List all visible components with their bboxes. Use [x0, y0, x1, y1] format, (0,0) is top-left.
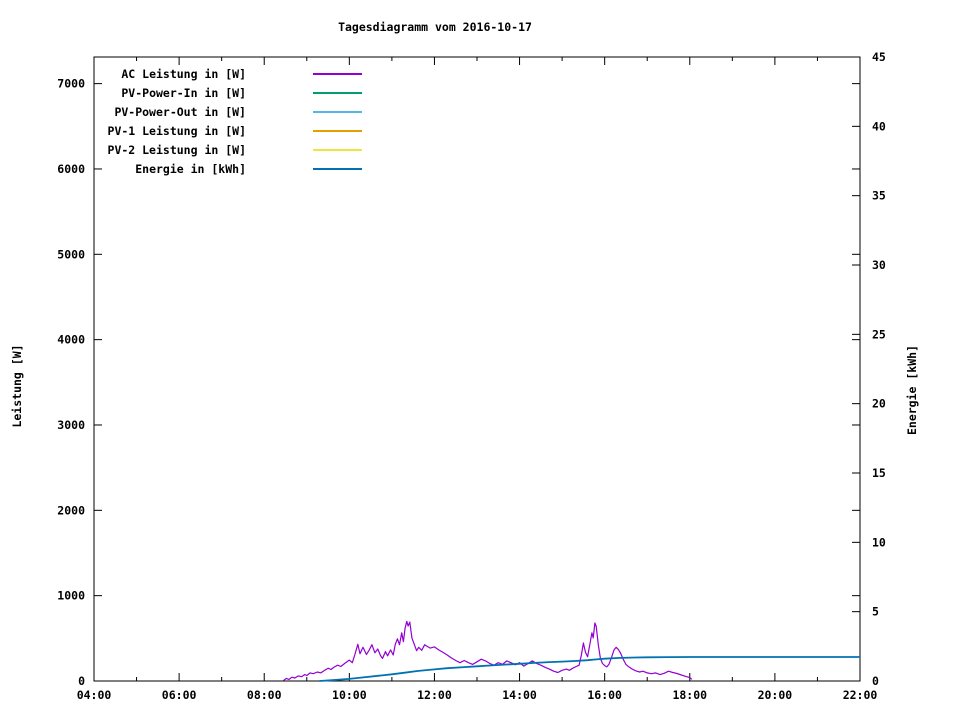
- x-tick-label: 08:00: [247, 688, 282, 702]
- x-tick-label: 14:00: [502, 688, 537, 702]
- chart-title: Tagesdiagramm vom 2016-10-17: [338, 20, 532, 34]
- legend-label: PV-1 Leistung in [W]: [107, 123, 246, 138]
- y1-axis-title: Leistung [W]: [10, 344, 24, 428]
- x-tick-label: 20:00: [758, 688, 793, 702]
- legend-item-pv-power-in: PV-Power-In in [W]: [96, 83, 362, 102]
- legend-item-energie: Energie in [kWh]: [96, 159, 362, 178]
- legend-line-swatch: [313, 91, 362, 94]
- x-tick-label: 22:00: [843, 688, 878, 702]
- legend-line-swatch: [313, 148, 362, 151]
- y1-tick-label: 6000: [57, 162, 85, 176]
- x-tick-label: 10:00: [332, 688, 367, 702]
- legend-line-swatch: [313, 129, 362, 132]
- x-tick-label: 18:00: [672, 688, 707, 702]
- x-tick-label: 06:00: [162, 688, 197, 702]
- y2-tick-label: 0: [872, 674, 879, 688]
- y1-tick-label: 7000: [57, 77, 85, 91]
- y2-tick-label: 25: [872, 327, 886, 341]
- series-ac-leistung: [283, 620, 693, 682]
- plot-canvas: Tagesdiagramm vom 2016-10-17 AC Leistung…: [0, 0, 960, 720]
- x-tick-label: 04:00: [77, 688, 112, 702]
- y2-tick-label: 45: [872, 50, 886, 64]
- y1-tick-label: 1000: [57, 589, 85, 603]
- legend: AC Leistung in [W] PV-Power-In in [W] PV-P…: [96, 64, 362, 178]
- x-tick-label: 12:00: [417, 688, 452, 702]
- y2-tick-label: 30: [872, 258, 886, 272]
- legend-label: PV-Power-In in [W]: [121, 85, 246, 100]
- y2-axis-title: Energie [kWh]: [905, 345, 919, 436]
- y2-tick-label: 35: [872, 189, 886, 203]
- legend-line-swatch: [313, 72, 362, 75]
- y2-tick-label: 40: [872, 119, 886, 133]
- x-tick-label: 16:00: [587, 688, 622, 702]
- y1-tick-label: 4000: [57, 333, 85, 347]
- y1-tick-label: 3000: [57, 418, 85, 432]
- legend-label: Energie in [kWh]: [135, 161, 246, 176]
- y2-tick-label: 15: [872, 466, 886, 480]
- y1-tick-label: 5000: [57, 247, 85, 261]
- legend-label: PV-Power-Out in [W]: [114, 104, 246, 119]
- legend-item-ac-leistung: AC Leistung in [W]: [96, 64, 362, 83]
- legend-line-swatch: [313, 167, 362, 170]
- series-energie: [319, 656, 860, 682]
- y2-axis-ticks: 0 5 10 15 20 25 30 35 40 45: [852, 50, 886, 688]
- y2-tick-label: 20: [872, 397, 886, 411]
- y1-tick-label: 0: [78, 674, 85, 688]
- legend-item-pv2-leistung: PV-2 Leistung in [W]: [96, 140, 362, 159]
- legend-label: PV-2 Leistung in [W]: [107, 142, 246, 157]
- legend-item-pv1-leistung: PV-1 Leistung in [W]: [96, 121, 362, 140]
- y2-tick-label: 5: [872, 605, 879, 619]
- y2-tick-label: 10: [872, 535, 886, 549]
- legend-label: AC Leistung in [W]: [121, 66, 246, 81]
- y1-tick-label: 2000: [57, 503, 85, 517]
- legend-line-swatch: [313, 110, 362, 113]
- legend-item-pv-power-out: PV-Power-Out in [W]: [96, 102, 362, 121]
